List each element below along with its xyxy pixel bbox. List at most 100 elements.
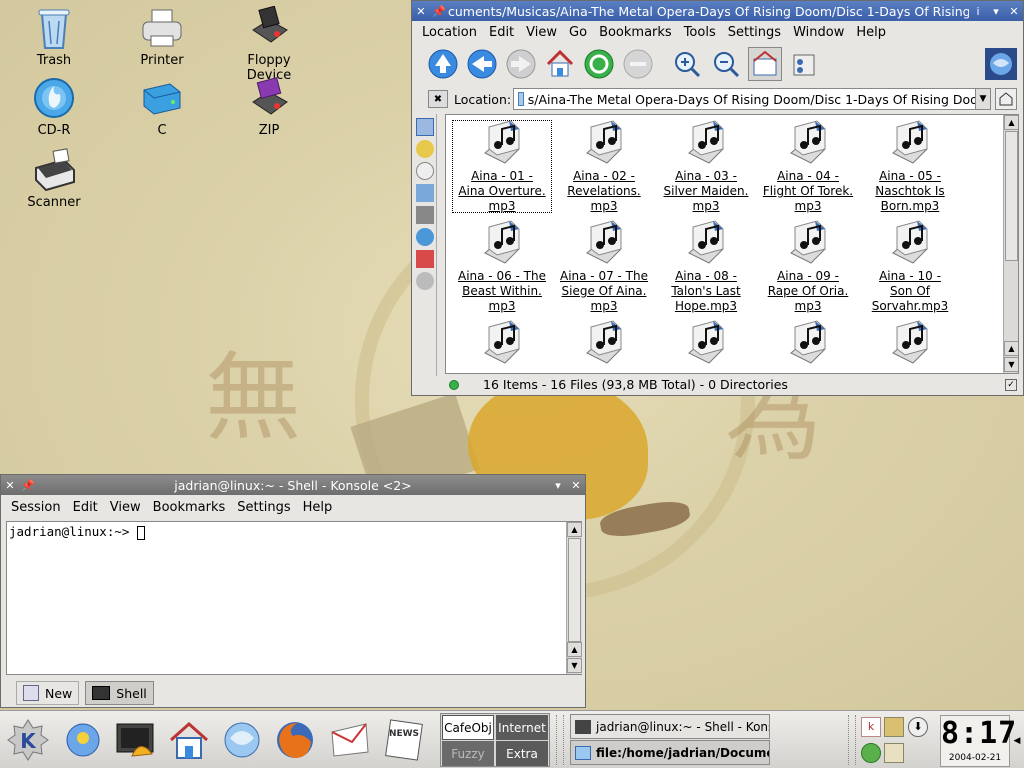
services-icon[interactable] <box>416 250 434 268</box>
menu-bookmarks[interactable]: Bookmarks <box>593 25 678 40</box>
desktop-icon-drive-c[interactable]: C <box>117 76 207 138</box>
taskbar-item-konqueror[interactable]: file:/home/jadrian/Documen <box>570 740 770 765</box>
desktop-icon-printer[interactable]: Printer <box>117 6 207 68</box>
panel-hide-arrow-icon[interactable]: ◀ <box>1012 731 1022 751</box>
file-item[interactable] <box>655 319 757 369</box>
menu-view[interactable]: View <box>104 500 147 515</box>
news-reader-icon[interactable]: NEWS <box>381 717 427 763</box>
location-dropdown-chevron-icon[interactable]: ▼ <box>975 88 991 110</box>
file-item[interactable] <box>553 319 655 369</box>
close-icon[interactable]: ✕ <box>1 476 19 494</box>
chevron-down-icon[interactable]: ▾ <box>549 476 567 494</box>
mail-client-icon[interactable] <box>327 717 373 763</box>
pager-desktop-cafeobj[interactable]: CafeObj <box>442 715 494 740</box>
reload-icon[interactable] <box>582 47 616 81</box>
lock-icon[interactable] <box>884 717 904 737</box>
klipper-icon[interactable]: k <box>861 717 881 737</box>
scroll-up-arrow-icon[interactable]: ▲ <box>1004 341 1018 356</box>
konsole-titlebar[interactable]: ✕ 📌 jadrian@linux:~ - Shell - Konsole <2… <box>1 475 585 495</box>
shell-terminal-icon[interactable] <box>113 717 159 763</box>
menu-help[interactable]: Help <box>850 25 892 40</box>
bookmarks-icon[interactable] <box>416 140 434 158</box>
desktop-icon-zip[interactable]: ZIP <box>224 76 314 138</box>
home-folder-icon[interactable] <box>166 717 212 763</box>
home-folder-icon[interactable] <box>416 184 434 202</box>
desktop-icon-trash[interactable]: Trash <box>9 6 99 68</box>
scroll-up-arrow-icon[interactable]: ▲ <box>567 522 582 537</box>
panel-handle[interactable] <box>556 715 564 765</box>
desktop-icon-floppy[interactable]: Floppy Device <box>224 6 314 83</box>
terminal-scrollbar[interactable]: ▲ ▲ ▼ <box>566 522 582 674</box>
terminal-area[interactable]: jadrian@linux:~> ▲ ▲ ▼ <box>6 521 582 675</box>
file-item[interactable]: Aina - 01 - Aina Overture. mp3 <box>451 119 553 214</box>
file-item[interactable] <box>451 319 553 369</box>
info-icon[interactable]: i <box>969 2 987 20</box>
stop-icon[interactable] <box>621 47 655 81</box>
menu-session[interactable]: Session <box>5 500 67 515</box>
menu-tools[interactable]: Tools <box>678 25 722 40</box>
network-icon[interactable] <box>416 206 434 224</box>
konqueror-titlebar[interactable]: ✕ 📌 cuments/Musicas/Aina-The Metal Opera… <box>412 1 1023 21</box>
tab-shell[interactable]: Shell <box>85 681 154 705</box>
zoom-in-icon[interactable] <box>670 47 704 81</box>
file-item[interactable]: Aina - 03 - Silver Maiden. mp3 <box>655 119 757 214</box>
menu-settings[interactable]: Settings <box>231 500 296 515</box>
menu-edit[interactable]: Edit <box>67 500 104 515</box>
kde-menu-icon[interactable]: K <box>5 717 51 763</box>
close-icon[interactable]: ✕ <box>567 476 585 494</box>
file-item[interactable]: Aina - 05 - Naschtok Is Born.mp3 <box>859 119 961 214</box>
menu-help[interactable]: Help <box>297 500 339 515</box>
firefox-icon[interactable] <box>272 717 318 763</box>
menu-settings[interactable]: Settings <box>722 25 787 40</box>
taskbar-item-konsole[interactable]: jadrian@linux:~ - Shell - Kons <box>570 714 770 739</box>
icon-view-icon[interactable] <box>748 47 782 81</box>
home-icon[interactable] <box>543 47 577 81</box>
pager-desktop-extra[interactable]: Extra <box>496 741 548 766</box>
file-item[interactable]: Aina - 07 - The Siege Of Aina. mp3 <box>553 219 655 314</box>
scroll-up-arrow-icon[interactable]: ▲ <box>567 642 582 657</box>
menu-bookmarks[interactable]: Bookmarks <box>147 500 232 515</box>
forward-arrow-icon[interactable] <box>504 47 538 81</box>
hand-icon[interactable] <box>884 743 904 763</box>
file-item[interactable]: Aina - 06 - The Beast Within. mp3 <box>451 219 553 314</box>
file-item[interactable] <box>859 319 961 369</box>
panel-handle[interactable] <box>848 715 856 765</box>
pager-desktop-internet[interactable]: Internet <box>496 715 548 740</box>
history-icon[interactable] <box>416 162 434 180</box>
suse-help-icon[interactable] <box>60 717 106 763</box>
clock-widget[interactable]: 8:17 2004-02-21 <box>940 715 1016 767</box>
download-arrow-icon[interactable]: ⬇ <box>908 717 928 737</box>
back-arrow-icon[interactable] <box>465 47 499 81</box>
menu-edit[interactable]: Edit <box>483 25 520 40</box>
go-icon[interactable] <box>995 88 1017 110</box>
scroll-down-arrow-icon[interactable]: ▼ <box>1004 357 1018 372</box>
menu-view[interactable]: View <box>520 25 563 40</box>
globe-icon[interactable] <box>416 228 434 246</box>
file-item[interactable]: Aina - 09 - Rape Of Oria. mp3 <box>757 219 859 314</box>
close-icon[interactable]: ✕ <box>1005 2 1023 20</box>
sidebar-toggle-icon[interactable] <box>416 118 434 136</box>
suse-watcher-icon[interactable] <box>861 743 881 763</box>
zoom-out-icon[interactable] <box>709 47 743 81</box>
file-item[interactable]: Aina - 10 - Son Of Sorvahr.mp3 <box>859 219 961 314</box>
pin-icon[interactable]: 📌 <box>430 2 448 20</box>
file-item[interactable] <box>757 319 859 369</box>
file-item[interactable]: Aina - 08 - Talon's Last Hope.mp3 <box>655 219 757 314</box>
scroll-thumb[interactable] <box>1005 131 1018 261</box>
scroll-down-arrow-icon[interactable]: ▼ <box>567 658 582 673</box>
resize-grip-icon[interactable]: ✓ <box>1005 378 1017 391</box>
scroll-thumb[interactable] <box>568 538 581 642</box>
location-input[interactable]: s/Aina-The Metal Opera-Days Of Rising Do… <box>513 88 991 110</box>
new-session-button[interactable]: New <box>16 681 80 705</box>
menu-window[interactable]: Window <box>787 25 850 40</box>
detail-view-icon[interactable] <box>787 47 821 81</box>
clear-location-icon[interactable]: ✖ <box>428 90 448 108</box>
file-item[interactable]: Aina - 02 - Revelations. mp3 <box>553 119 655 214</box>
desktop-icon-cdr[interactable]: CD-R <box>9 76 99 138</box>
desktop-icon-scanner[interactable]: Scanner <box>9 148 99 210</box>
file-item[interactable]: Aina - 04 - Flight Of Torek. mp3 <box>757 119 859 214</box>
scroll-up-arrow-icon[interactable]: ▲ <box>1004 115 1018 130</box>
pin-icon[interactable]: 📌 <box>19 476 37 494</box>
settings-gear-icon[interactable] <box>416 272 434 290</box>
menu-go[interactable]: Go <box>563 25 593 40</box>
